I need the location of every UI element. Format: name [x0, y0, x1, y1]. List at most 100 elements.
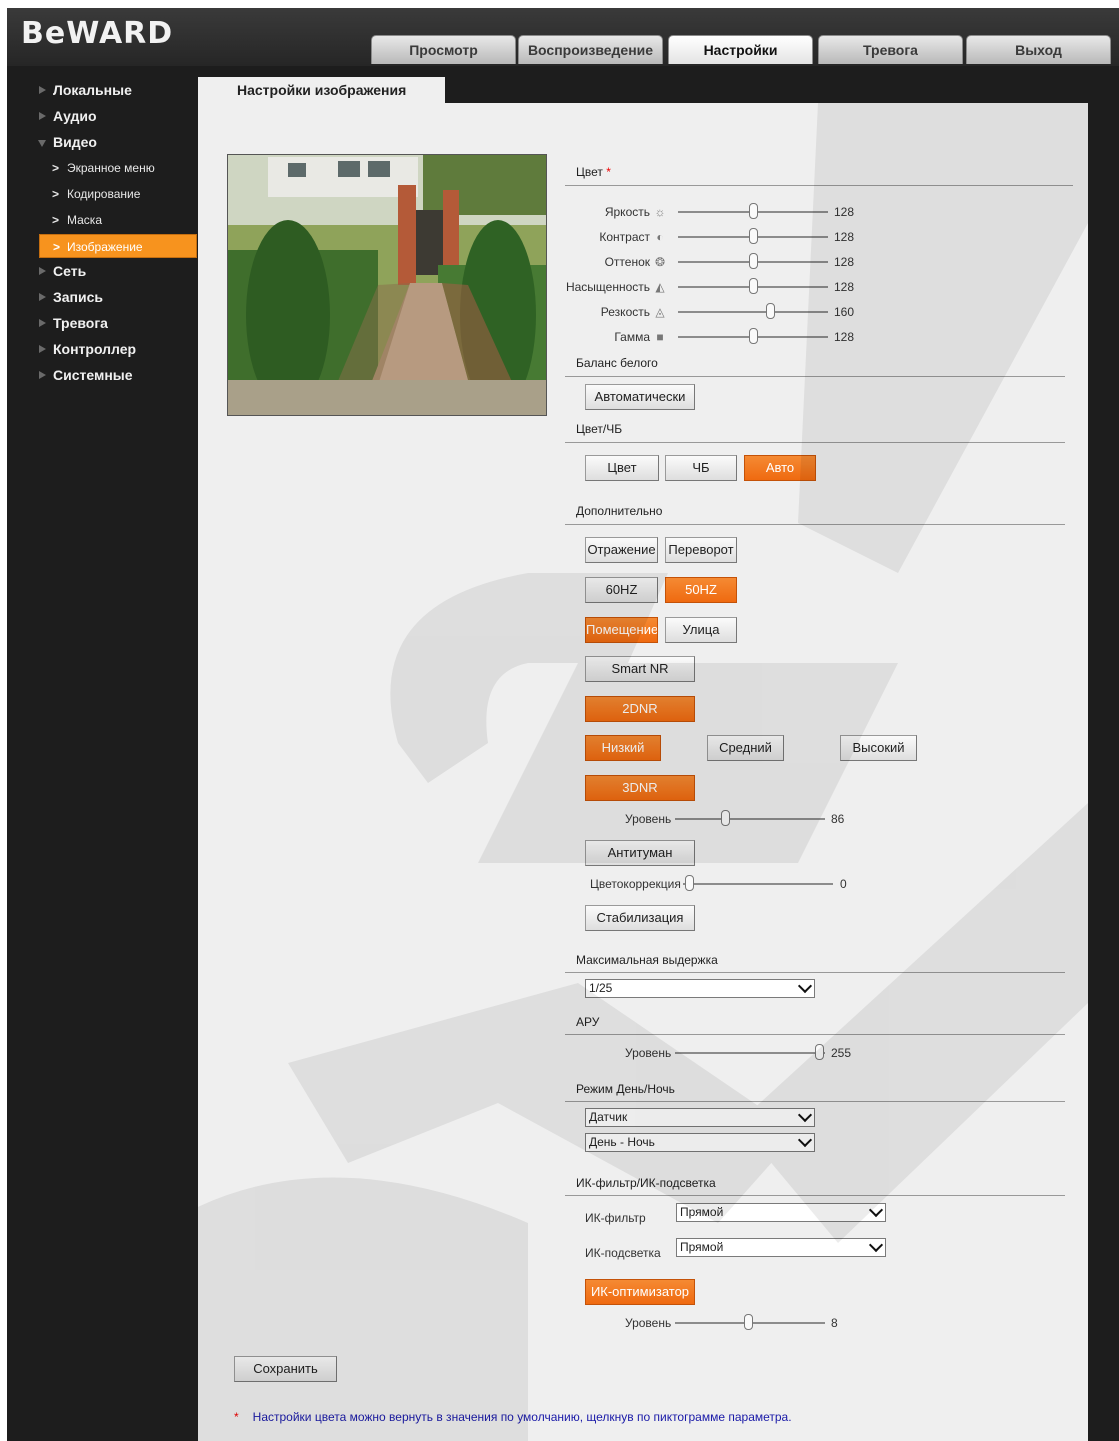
palette-icon[interactable]: ❂: [653, 255, 667, 269]
nr-high-button[interactable]: Высокий: [840, 735, 917, 761]
slider-knob[interactable]: [766, 303, 775, 319]
slider-label: Оттенок: [604, 255, 650, 269]
slider-knob[interactable]: [744, 1314, 753, 1330]
sidebar-item-audio[interactable]: Аудио: [7, 104, 197, 128]
gamma-icon[interactable]: ■: [653, 330, 667, 344]
sidebar-subitem-mask[interactable]: > Маска: [7, 208, 197, 232]
sidebar-item-video[interactable]: Видео: [7, 130, 197, 154]
slider-label: Гамма: [614, 330, 650, 344]
50hz-button[interactable]: 50HZ: [665, 577, 737, 603]
chevron-down-icon: [868, 1202, 884, 1218]
sidebar-item-label: Видео: [53, 134, 97, 150]
slider-knob[interactable]: [815, 1044, 824, 1060]
divider: [565, 972, 1065, 973]
select-value: Датчик: [589, 1110, 628, 1124]
sidebar-item-label: Сеть: [53, 263, 87, 279]
slider-label: Насыщенность: [565, 280, 650, 294]
max-exposure-select[interactable]: 1/25: [585, 978, 815, 998]
daynight-schedule-select[interactable]: День - Ночь: [585, 1132, 815, 1152]
saturation-icon[interactable]: ◭: [653, 280, 667, 294]
sidebar-item-controller[interactable]: Контроллер: [7, 337, 197, 361]
sidebar-item-alarm[interactable]: Тревога: [7, 311, 197, 335]
slider-knob[interactable]: [749, 253, 758, 269]
sidebar-subitem-image[interactable]: > Изображение: [39, 234, 197, 258]
ir-optimizer-button[interactable]: ИК-оптимизатор: [585, 1279, 695, 1305]
sidebar-item-local[interactable]: Локальные: [7, 78, 197, 102]
beward-logo: BeWARD: [21, 16, 174, 51]
ir-light-select[interactable]: Прямой: [676, 1237, 886, 1257]
slider-knob[interactable]: [721, 810, 730, 826]
nr-medium-button[interactable]: Средний: [707, 735, 784, 761]
white-balance-title: Баланс белого: [576, 356, 658, 370]
slider-label: Уровень: [625, 812, 672, 826]
slider-knob[interactable]: [749, 278, 758, 294]
divider: [565, 1101, 1065, 1102]
sidebar-item-system[interactable]: Системные: [7, 363, 197, 387]
sidebar-subitem-label: Экранное меню: [67, 161, 155, 175]
sidebar-item-network[interactable]: Сеть: [7, 259, 197, 283]
save-button[interactable]: Сохранить: [234, 1356, 337, 1382]
sidebar-subitem-encoding[interactable]: > Кодирование: [7, 182, 197, 206]
slider-knob[interactable]: [749, 228, 758, 244]
stabilization-button[interactable]: Стабилизация: [585, 905, 695, 931]
extra-section-title: Дополнительно: [576, 504, 663, 518]
color-section-title: Цвет *: [576, 165, 611, 179]
ir-filter-label: ИК-фильтр: [585, 1211, 646, 1225]
divider: [565, 1195, 1065, 1196]
defog-button[interactable]: Антитуман: [585, 840, 695, 866]
sidebar-item-label: Локальные: [53, 82, 132, 98]
tab-logout[interactable]: Выход: [966, 35, 1111, 64]
chevron-down-icon: [868, 1237, 884, 1253]
slider-label: Уровень: [625, 1316, 672, 1330]
nr-low-button[interactable]: Низкий: [585, 735, 661, 761]
bw-mode-button[interactable]: ЧБ: [665, 455, 737, 481]
slider-value: 86: [831, 812, 845, 826]
chevron-down-icon: [797, 1132, 813, 1148]
sharpness-icon[interactable]: ◬: [653, 305, 667, 319]
sidebar-subitem-osd[interactable]: > Экранное меню: [7, 156, 197, 180]
ir-level-slider: Уровень 8: [198, 1313, 898, 1333]
tab-settings[interactable]: Настройки: [668, 35, 813, 64]
sun-icon[interactable]: ☼: [653, 205, 667, 219]
divider: [565, 1034, 1065, 1035]
slider-track: [678, 311, 828, 313]
ir-filter-select[interactable]: Прямой: [676, 1202, 886, 1222]
agc-title: АРУ: [576, 1015, 600, 1029]
2dnr-button[interactable]: 2DNR: [585, 696, 695, 722]
exposure-title: Максимальная выдержка: [576, 953, 718, 967]
sidebar-subitem-label: Маска: [67, 213, 102, 227]
mirror-button[interactable]: Отражение: [585, 537, 658, 563]
sidebar: Локальные Аудио Видео > Экранное меню > Ко…: [7, 66, 197, 1441]
outdoor-button[interactable]: Улица: [665, 617, 737, 643]
divider: [565, 524, 1065, 525]
smart-nr-button[interactable]: Smart NR: [585, 656, 695, 682]
slider-value: 0: [840, 877, 847, 891]
sidebar-item-label: Системные: [53, 367, 133, 383]
sidebar-item-label: Аудио: [53, 108, 97, 124]
top-bar: BeWARD Просмотр Воспроизведение Настройк…: [7, 8, 1119, 66]
chevron-right-icon: >: [52, 213, 60, 227]
auto-mode-button[interactable]: Авто: [744, 455, 816, 481]
3dnr-level-slider: Уровень 86: [198, 809, 898, 829]
60hz-button[interactable]: 60HZ: [585, 577, 658, 603]
tab-playback[interactable]: Воспроизведение: [518, 35, 663, 64]
3dnr-button[interactable]: 3DNR: [585, 775, 695, 801]
indoor-button[interactable]: Помещение: [585, 617, 658, 643]
daynight-mode-select[interactable]: Датчик: [585, 1107, 815, 1127]
color-mode-button[interactable]: Цвет: [585, 455, 659, 481]
contrast-icon[interactable]: ◐: [653, 230, 667, 244]
slider-knob[interactable]: [749, 203, 758, 219]
white-balance-auto-button[interactable]: Автоматически: [585, 384, 695, 410]
select-value: Прямой: [680, 1205, 724, 1219]
slider-knob[interactable]: [749, 328, 758, 344]
slider-value: 128: [834, 330, 855, 344]
sidebar-subitem-label: Кодирование: [67, 187, 141, 201]
slider-label: Уровень: [625, 1046, 672, 1060]
slider-value: 128: [834, 230, 855, 244]
tab-alarm[interactable]: Тревога: [818, 35, 963, 64]
flip-button[interactable]: Переворот: [665, 537, 737, 563]
sidebar-item-record[interactable]: Запись: [7, 285, 197, 309]
slider-knob[interactable]: [685, 875, 694, 891]
daynight-title: Режим День/Ночь: [576, 1082, 675, 1096]
tab-view[interactable]: Просмотр: [371, 35, 516, 64]
